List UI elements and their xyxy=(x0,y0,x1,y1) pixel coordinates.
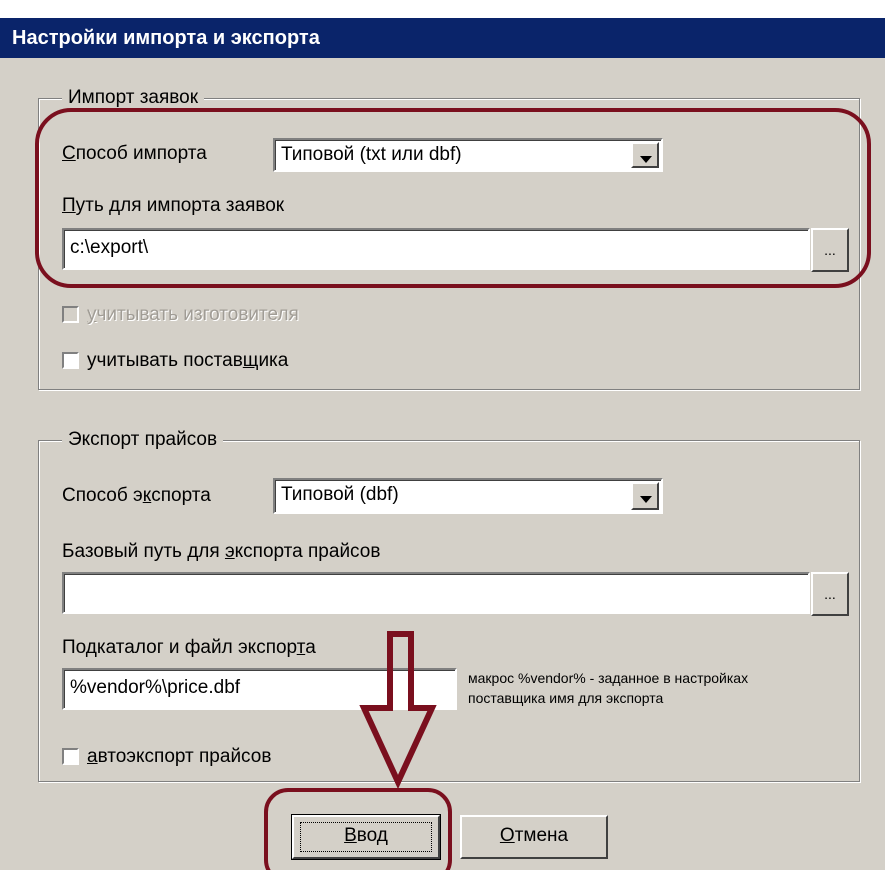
import-highlight-frame xyxy=(35,108,871,288)
arrow-down-icon xyxy=(359,631,437,790)
annotation-overlay xyxy=(35,108,871,870)
ok-button-highlight-frame xyxy=(264,788,452,870)
